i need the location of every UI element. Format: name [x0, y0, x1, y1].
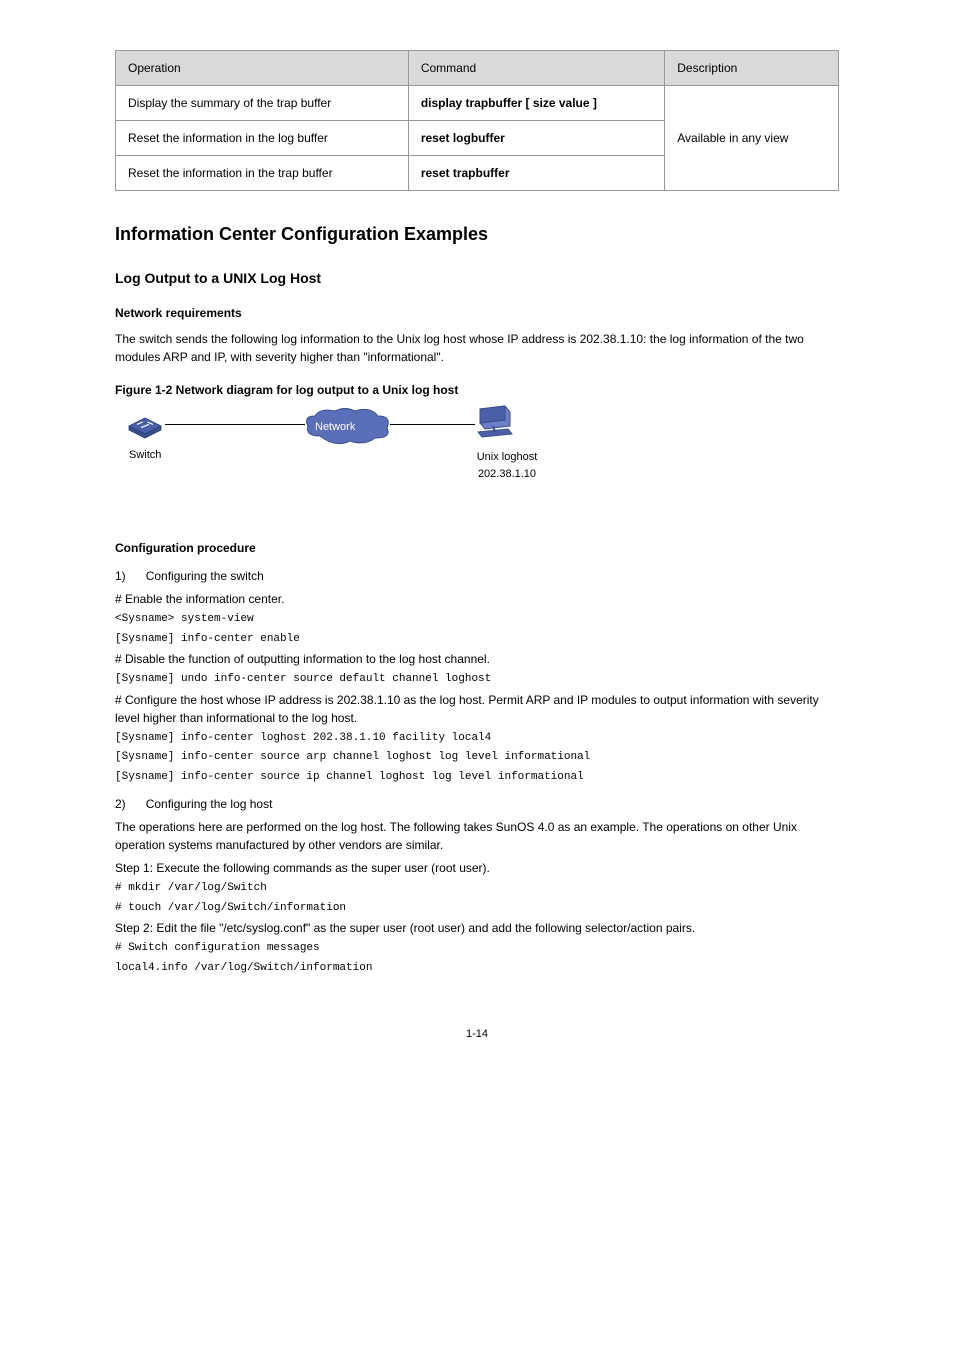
command-line: [Sysname] info-center source ip channel …: [115, 769, 839, 786]
cmd-cell: display trapbuffer [ size value ]: [408, 86, 664, 121]
switch-label: Switch: [129, 447, 161, 464]
col-command: Command: [408, 51, 664, 86]
command-line: # mkdir /var/log/Switch: [115, 880, 839, 897]
substep: Step 1: Execute the following commands a…: [115, 859, 839, 877]
host-icon: [470, 404, 520, 449]
command-line: [Sysname] info-center loghost 202.38.1.1…: [115, 730, 839, 747]
cloud-label: Network: [315, 419, 355, 436]
figure-caption: Figure 1-2 Network diagram for log outpu…: [115, 381, 839, 399]
description: # Enable the information center.: [115, 590, 839, 608]
description: # Disable the function of outputting inf…: [115, 650, 839, 668]
subsection-heading: Log Output to a UNIX Log Host: [115, 268, 839, 289]
op-cell: Reset the information in the log buffer: [116, 121, 409, 156]
op-cell: Reset the information in the trap buffer: [116, 156, 409, 191]
command-line: local4.info /var/log/Switch/information: [115, 960, 839, 977]
command-line: # touch /var/log/Switch/information: [115, 900, 839, 917]
section-heading: Information Center Configuration Example…: [115, 221, 839, 248]
procedure-heading: Configuration procedure: [115, 539, 839, 557]
requirements-text: The switch sends the following log infor…: [115, 330, 839, 366]
network-diagram: Switch Network Unix loghost 202.38.1.10: [115, 409, 839, 519]
step-marker: 2) Configuring the log host: [115, 795, 839, 813]
connector-line: [165, 424, 305, 425]
command-line: [Sysname] undo info-center source defaul…: [115, 671, 839, 688]
col-description: Description: [665, 51, 839, 86]
op-cell: Display the summary of the trap buffer: [116, 86, 409, 121]
cmd-cell: reset logbuffer: [408, 121, 664, 156]
summary-table: Operation Command Description Display th…: [115, 50, 839, 191]
command-line: <Sysname> system-view: [115, 611, 839, 628]
command-line: [Sysname] info-center source arp channel…: [115, 749, 839, 766]
table-row: Display the summary of the trap buffer d…: [116, 86, 839, 121]
col-operation: Operation: [116, 51, 409, 86]
page-number: 1-14: [115, 1026, 839, 1043]
step-marker: 1) Configuring the switch: [115, 567, 839, 585]
desc-cell: Available in any view: [665, 86, 839, 191]
command-line: # Switch configuration messages: [115, 940, 839, 957]
command-line: [Sysname] info-center enable: [115, 631, 839, 648]
cmd-cell: reset trapbuffer: [408, 156, 664, 191]
requirements-heading: Network requirements: [115, 304, 839, 322]
substep: Step 2: Edit the file "/etc/syslog.conf"…: [115, 919, 839, 937]
step2-description: The operations here are performed on the…: [115, 818, 839, 854]
description: # Configure the host whose IP address is…: [115, 691, 839, 727]
connector-line: [390, 424, 475, 425]
host-label: Unix loghost 202.38.1.10: [467, 449, 547, 482]
switch-icon: [125, 409, 165, 439]
